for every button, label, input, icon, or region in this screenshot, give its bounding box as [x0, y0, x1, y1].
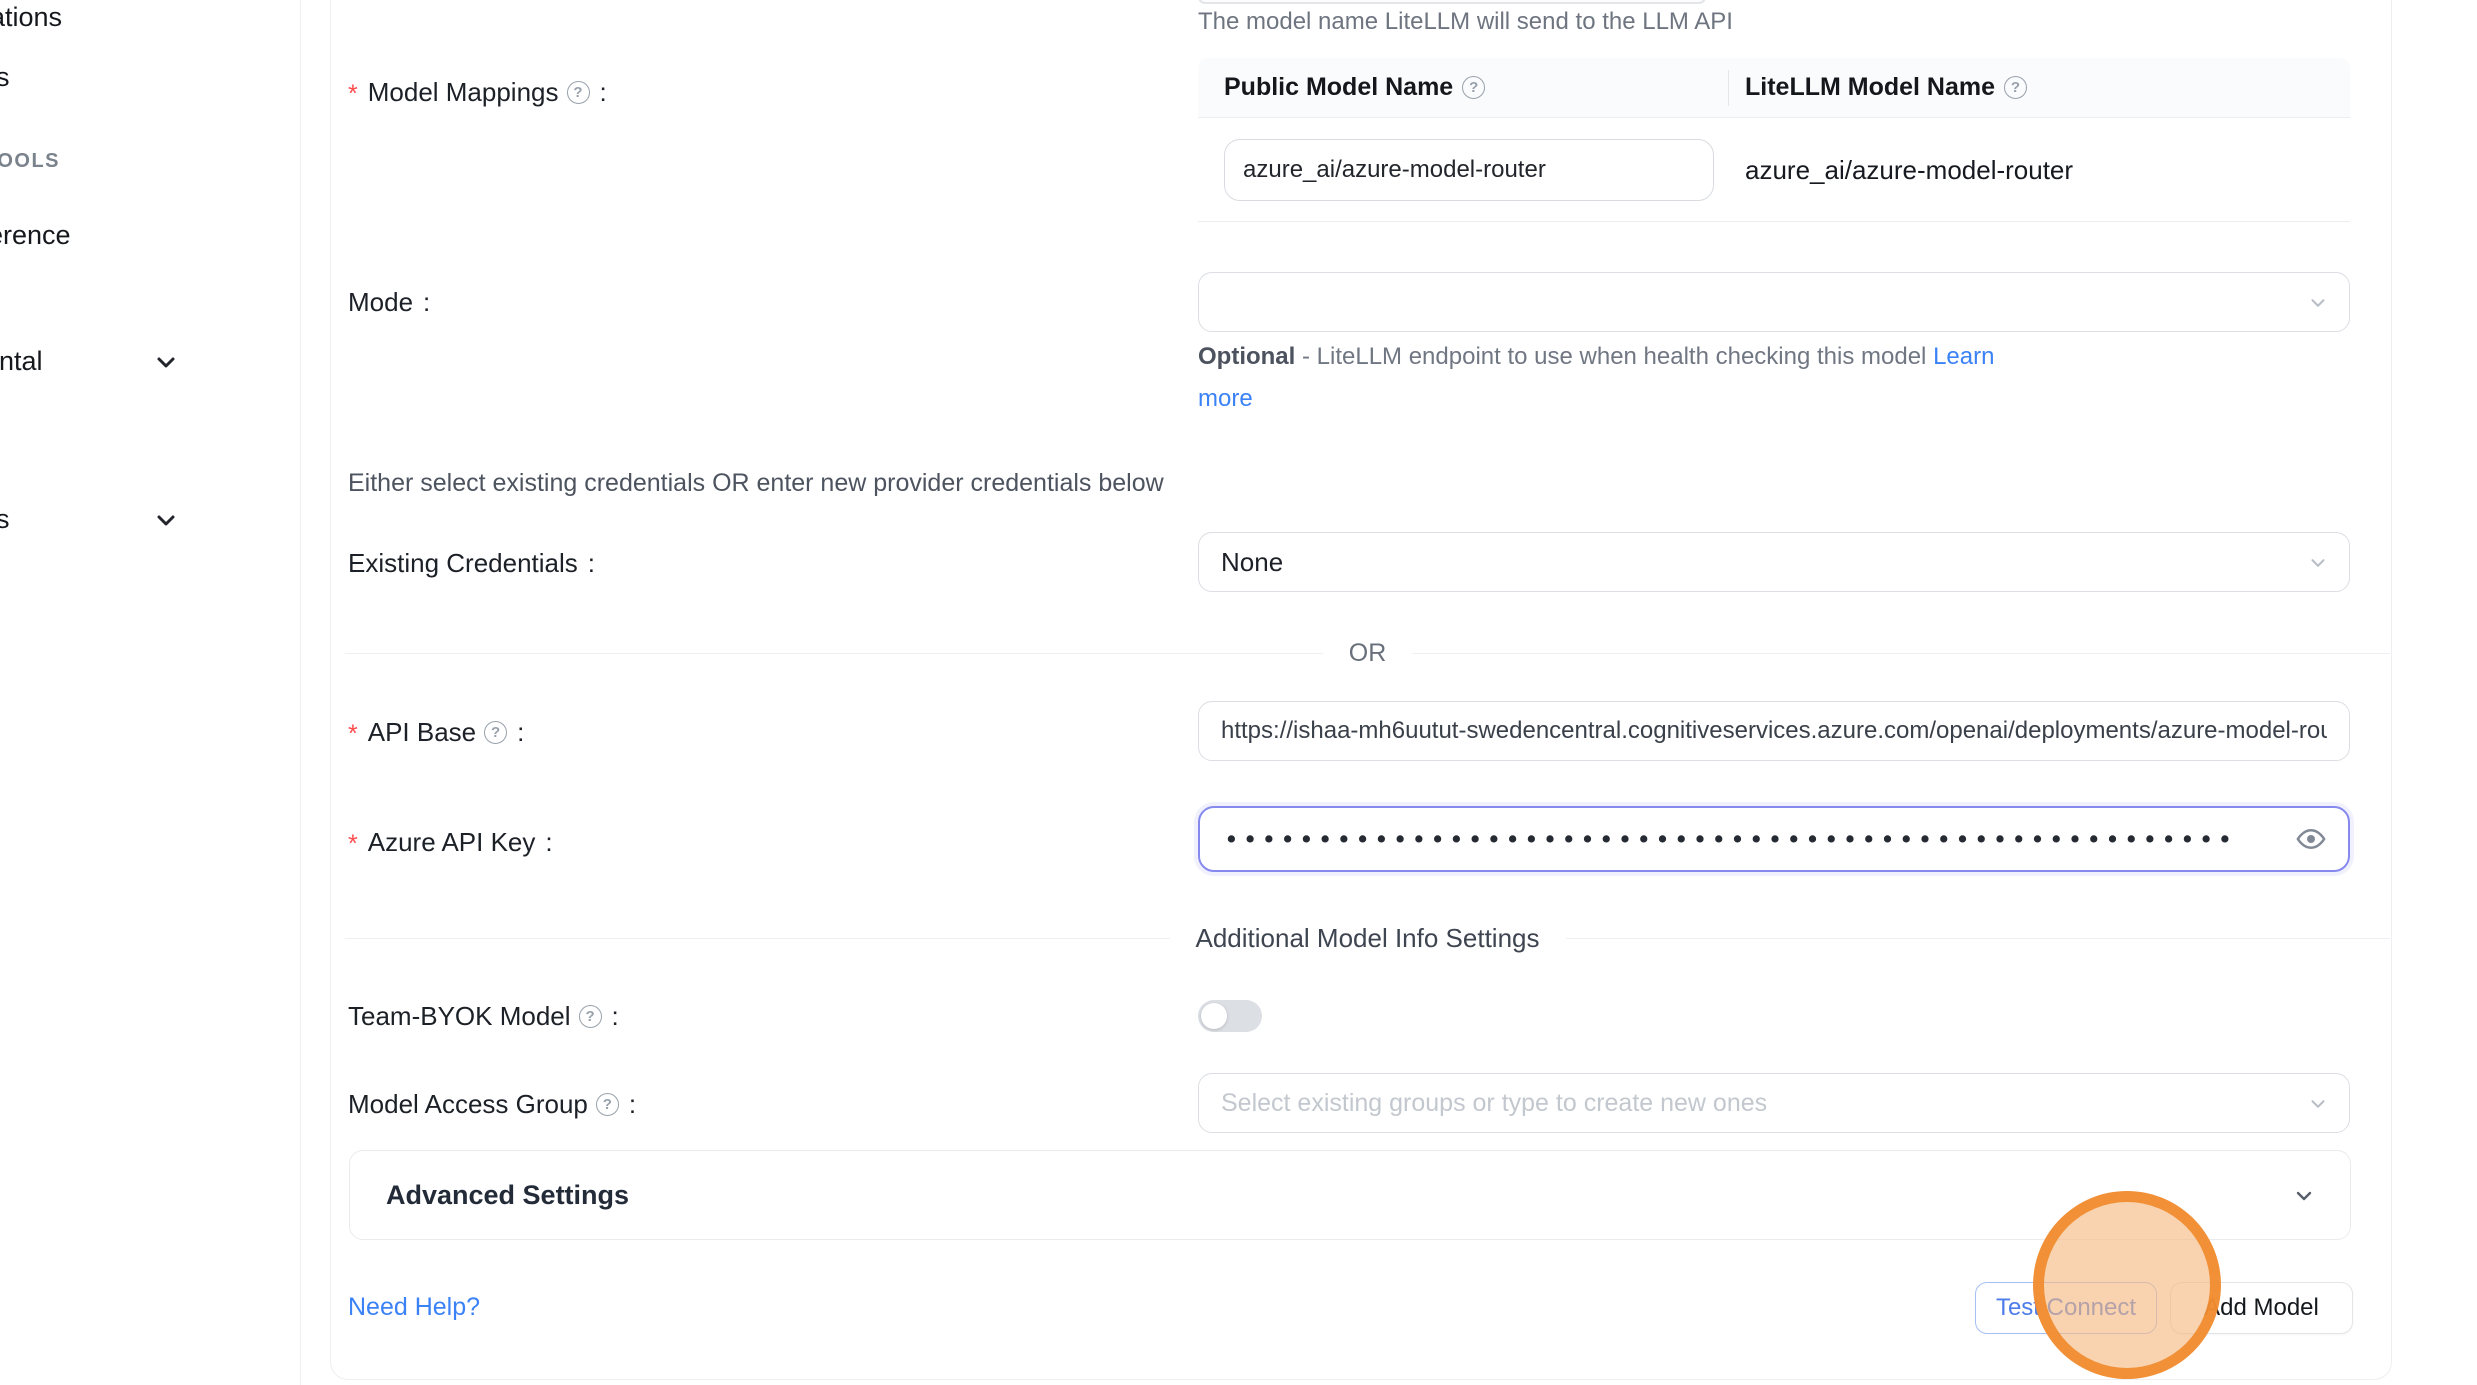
azure-api-key-field — [1198, 806, 2350, 872]
divider-line — [345, 938, 1170, 939]
model-mappings-label: * Model Mappings ? : — [348, 76, 607, 108]
chevron-down-icon — [2307, 292, 2329, 314]
public-model-name-input[interactable] — [1224, 139, 1714, 201]
sidebar-item-ations[interactable]: ations — [0, 2, 62, 33]
help-icon[interactable]: ? — [567, 81, 590, 104]
mode-label: Mode : — [348, 286, 430, 318]
truncated-control-fragment — [1198, 0, 1706, 4]
model-access-group-label: Model Access Group ? : — [348, 1088, 636, 1120]
sidebar-section-tools: TOOLS — [0, 150, 60, 173]
help-icon[interactable]: ? — [579, 1005, 602, 1028]
sidebar: ations s TOOLS erence ental s — [0, 0, 301, 1385]
colon: : — [629, 1088, 636, 1120]
divider-line — [1566, 938, 2391, 939]
sidebar-item-s1[interactable]: s — [0, 62, 10, 93]
sidebar-item-erence[interactable]: erence — [0, 220, 71, 251]
colon: : — [545, 826, 552, 858]
mode-help-text: Optional - LiteLLM endpoint to use when … — [1198, 336, 1998, 420]
add-model-page: ations s TOOLS erence ental s The model … — [0, 0, 2477, 1385]
optional-bold: Optional — [1198, 343, 1295, 370]
existing-credentials-value: None — [1221, 547, 1283, 578]
existing-credentials-select[interactable]: None — [1198, 532, 2350, 592]
mode-select[interactable] — [1198, 272, 2350, 332]
colon: : — [423, 286, 430, 318]
azure-api-key-label-text: Azure API Key — [368, 826, 536, 858]
colon: : — [588, 547, 595, 579]
model-access-group-select[interactable]: Select existing groups or type to create… — [1198, 1073, 2350, 1133]
litellm-model-name-value: azure_ai/azure-model-router — [1745, 118, 2073, 222]
colon: : — [517, 716, 524, 748]
api-base-label-text: API Base — [368, 716, 476, 748]
column-header-label: LiteLLM Model Name — [1745, 73, 1995, 102]
colon: : — [600, 76, 607, 108]
help-icon[interactable]: ? — [484, 721, 507, 744]
colon: : — [612, 1000, 619, 1032]
chevron-down-icon — [2307, 1093, 2329, 1115]
table-row: azure_ai/azure-model-router — [1198, 118, 2350, 222]
model-access-group-placeholder: Select existing groups or type to create… — [1221, 1089, 1767, 1118]
advanced-settings-panel[interactable]: Advanced Settings — [349, 1150, 2351, 1240]
api-base-input[interactable] — [1198, 701, 2350, 761]
chevron-down-icon[interactable] — [154, 508, 178, 532]
toggle-knob — [1201, 1003, 1227, 1029]
team-byok-toggle[interactable] — [1198, 1000, 1262, 1032]
table-header: Public Model Name ? LiteLLM Model Name ? — [1198, 58, 2350, 118]
or-divider: OR — [345, 638, 2390, 668]
mode-label-text: Mode — [348, 286, 413, 318]
column-header-litellm-model-name: LiteLLM Model Name ? — [1728, 73, 2027, 102]
existing-credentials-label: Existing Credentials : — [348, 547, 595, 579]
azure-api-key-input[interactable] — [1200, 808, 2240, 870]
sidebar-item-ental[interactable]: ental — [0, 346, 43, 377]
team-byok-label: Team-BYOK Model ? : — [348, 1000, 619, 1032]
chevron-down-icon — [2292, 1184, 2316, 1208]
divider-line — [345, 653, 1323, 654]
test-connect-button[interactable]: Test Connect — [1975, 1282, 2157, 1334]
divider-line — [1412, 653, 2390, 654]
required-asterisk: * — [348, 718, 358, 750]
required-asterisk: * — [348, 78, 358, 110]
help-icon[interactable]: ? — [596, 1093, 619, 1116]
or-divider-text: OR — [1349, 639, 1387, 668]
azure-api-key-label: * Azure API Key : — [348, 826, 553, 858]
required-asterisk: * — [348, 828, 358, 860]
info-settings-divider: Additional Model Info Settings — [345, 923, 2390, 953]
need-help-link[interactable]: Need Help? — [348, 1293, 480, 1322]
model-mappings-label-text: Model Mappings — [368, 76, 559, 108]
existing-credentials-label-text: Existing Credentials — [348, 547, 578, 579]
column-header-label: Public Model Name — [1224, 73, 1453, 102]
header-divider — [1728, 70, 1729, 106]
mode-help-rest: - LiteLLM endpoint to use when health ch… — [1295, 343, 1933, 370]
team-byok-label-text: Team-BYOK Model — [348, 1000, 571, 1032]
model-access-group-label-text: Model Access Group — [348, 1088, 588, 1120]
eye-icon[interactable] — [2296, 824, 2326, 854]
advanced-settings-title: Advanced Settings — [386, 1180, 629, 1211]
help-icon[interactable]: ? — [1462, 76, 1485, 99]
chevron-down-icon[interactable] — [154, 350, 178, 374]
help-icon[interactable]: ? — [2004, 76, 2027, 99]
info-settings-divider-text: Additional Model Info Settings — [1196, 923, 1540, 954]
chevron-down-icon — [2307, 552, 2329, 574]
column-header-public-model-name: Public Model Name ? — [1198, 73, 1728, 102]
api-base-label: * API Base ? : — [348, 716, 524, 748]
credentials-hint: Either select existing credentials OR en… — [348, 469, 1164, 498]
add-model-button[interactable]: Add Model — [2170, 1282, 2353, 1334]
model-name-hint: The model name LiteLLM will send to the … — [1198, 8, 1733, 36]
model-mappings-table: Public Model Name ? LiteLLM Model Name ?… — [1198, 58, 2350, 222]
sidebar-item-s2[interactable]: s — [0, 504, 10, 535]
